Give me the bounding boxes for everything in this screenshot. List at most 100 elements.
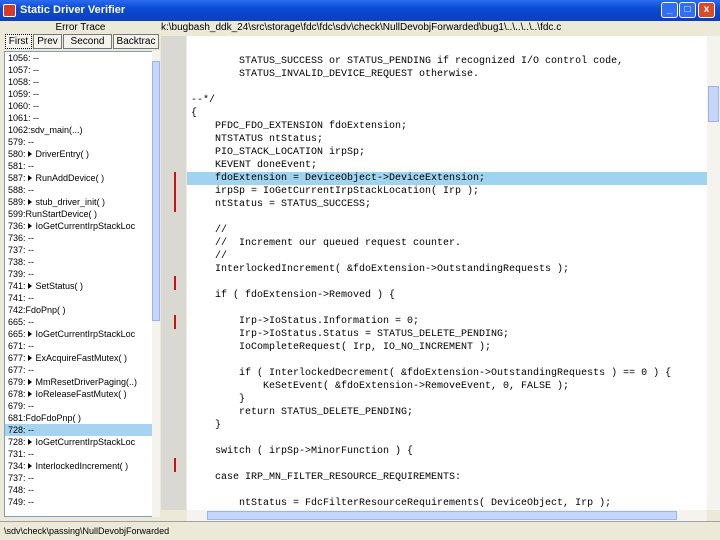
- expand-arrow-icon[interactable]: [27, 223, 32, 229]
- trace-row[interactable]: 741: SetStatus( ): [5, 280, 153, 292]
- trace-row[interactable]: 1060: --: [5, 100, 153, 112]
- second-button[interactable]: Second: [63, 34, 112, 49]
- trace-row[interactable]: 580: DriverEntry( ): [5, 148, 153, 160]
- trace-row-call: ExAcquireFastMutex( ): [35, 353, 128, 363]
- expand-arrow-icon[interactable]: [27, 463, 32, 469]
- trace-row[interactable]: 677: ExAcquireFastMutex( ): [5, 352, 153, 364]
- trace-row[interactable]: 1062:sdv_main(...): [5, 124, 153, 136]
- trace-row[interactable]: 677: --: [5, 364, 153, 376]
- trace-row[interactable]: 665: IoGetCurrentIrpStackLoc: [5, 328, 153, 340]
- trace-marker: [174, 315, 176, 329]
- trace-row-line: 1056: --: [8, 53, 40, 63]
- highlighted-code-line: fdoExtension = DeviceObject->DeviceExten…: [187, 172, 707, 185]
- code-horizontal-scrollbar[interactable]: [187, 510, 707, 521]
- trace-row[interactable]: 579: --: [5, 136, 153, 148]
- expand-arrow-icon[interactable]: [27, 331, 32, 337]
- code-vscroll-thumb[interactable]: [708, 86, 719, 122]
- trace-row[interactable]: 681:FdoFdoPnp( ): [5, 412, 153, 424]
- trace-row[interactable]: 749: --: [5, 496, 153, 508]
- trace-row[interactable]: 742:FdoPnp( ): [5, 304, 153, 316]
- expand-arrow-icon[interactable]: [27, 391, 32, 397]
- expand-arrow-icon[interactable]: [27, 199, 32, 205]
- trace-row-line: 1061: --: [8, 113, 40, 123]
- trace-row[interactable]: 588: --: [5, 184, 153, 196]
- minimize-button[interactable]: _: [661, 2, 678, 18]
- trace-row[interactable]: 1058: --: [5, 76, 153, 88]
- expand-arrow-icon[interactable]: [27, 283, 32, 289]
- error-trace-header: Error Trace: [55, 22, 106, 33]
- first-button[interactable]: First: [5, 34, 32, 49]
- trace-row[interactable]: 737: --: [5, 472, 153, 484]
- expand-arrow-icon[interactable]: [27, 439, 32, 445]
- trace-list[interactable]: 1056: -- 1057: -- 1058: -- 1059: -- 1060: --…: [4, 51, 154, 517]
- trace-row-line: 587:: [8, 173, 26, 183]
- trace-row-line: 589:: [8, 197, 26, 207]
- trace-row[interactable]: 734: InterlockedIncrement( ): [5, 460, 153, 472]
- trace-row[interactable]: 1061: --: [5, 112, 153, 124]
- trace-marker: [174, 276, 176, 290]
- source-code-view[interactable]: STATUS_SUCCESS or STATUS_PENDING if reco…: [187, 36, 707, 510]
- status-bar: \sdv\check\passing\NullDevobjForwarded: [0, 521, 720, 540]
- trace-row[interactable]: 741: --: [5, 292, 153, 304]
- trace-row-line: 1058: --: [8, 77, 40, 87]
- trace-row[interactable]: 679: MmResetDriverPaging(..): [5, 376, 153, 388]
- trace-row[interactable]: 1057: --: [5, 64, 153, 76]
- trace-row-line: 588: --: [8, 185, 35, 195]
- trace-row[interactable]: 1059: --: [5, 88, 153, 100]
- trace-row[interactable]: 665: --: [5, 316, 153, 328]
- expand-arrow-icon[interactable]: [27, 379, 32, 385]
- code-line: Irp->IoStatus.Status = STATUS_DELETE_PEN…: [191, 329, 510, 340]
- trace-row-call: IoGetCurrentIrpStackLoc: [35, 329, 136, 339]
- trace-row[interactable]: 739: --: [5, 268, 153, 280]
- trace-row[interactable]: 748: --: [5, 484, 153, 496]
- close-button[interactable]: x: [698, 2, 715, 18]
- code-hscroll-thumb[interactable]: [207, 511, 677, 520]
- trace-scrollbar-thumb[interactable]: [152, 61, 160, 321]
- app-icon: [3, 4, 16, 17]
- expand-arrow-icon[interactable]: [27, 355, 32, 361]
- trace-row[interactable]: 599:RunStartDevice( ): [5, 208, 153, 220]
- prev-button[interactable]: Prev: [33, 34, 62, 49]
- code-line: STATUS_INVALID_DEVICE_REQUEST otherwise.: [191, 69, 480, 80]
- trace-row[interactable]: 728: IoGetCurrentIrpStackLoc: [5, 436, 153, 448]
- trace-row-line: 1062:sdv_main(...): [8, 125, 83, 135]
- trace-row[interactable]: 1056: --: [5, 52, 153, 64]
- trace-row[interactable]: 731: --: [5, 448, 153, 460]
- code-line: --*/: [191, 95, 216, 106]
- trace-row-call: IoGetCurrentIrpStackLoc: [35, 221, 136, 231]
- trace-row[interactable]: 671: --: [5, 340, 153, 352]
- code-vertical-scrollbar[interactable]: [707, 36, 720, 510]
- trace-row[interactable]: 589: stub_driver_init( ): [5, 196, 153, 208]
- title-bar[interactable]: Static Driver Verifier _ □ x: [0, 0, 720, 21]
- trace-scrollbar[interactable]: [152, 51, 160, 517]
- trace-row[interactable]: 678: IoReleaseFastMutex( ): [5, 388, 153, 400]
- trace-row[interactable]: 738: --: [5, 256, 153, 268]
- trace-row[interactable]: 587: RunAddDevice( ): [5, 172, 153, 184]
- trace-row[interactable]: 728: --: [5, 424, 153, 436]
- trace-toolbar: First Prev Second Backtrac: [2, 34, 159, 50]
- expand-arrow-icon[interactable]: [27, 175, 32, 181]
- code-line: ntStatus = FdcFilterResourceRequirements…: [191, 498, 612, 509]
- trace-row-line: 737: --: [8, 245, 35, 255]
- trace-row-line: 738: --: [8, 257, 35, 267]
- maximize-button[interactable]: □: [679, 2, 696, 18]
- file-path: k:\bugbash_ddk_24\src\storage\fdc\fdc\sd…: [161, 22, 562, 33]
- code-line: KeSetEvent( &fdoExtension->RemoveEvent, …: [191, 381, 570, 392]
- code-line: irpSp = IoGetCurrentIrpStackLocation( Ir…: [191, 186, 480, 197]
- backtrack-button[interactable]: Backtrac: [113, 34, 159, 49]
- trace-row-line: 748: --: [8, 485, 35, 495]
- expand-arrow-icon[interactable]: [27, 151, 32, 157]
- trace-row[interactable]: 737: --: [5, 244, 153, 256]
- trace-row[interactable]: 581: --: [5, 160, 153, 172]
- code-line: ntStatus = STATUS_SUCCESS;: [191, 199, 372, 210]
- code-line: STATUS_SUCCESS or STATUS_PENDING if reco…: [191, 56, 624, 67]
- trace-row-line: 679:: [8, 377, 26, 387]
- trace-row[interactable]: 679: --: [5, 400, 153, 412]
- code-line: //: [191, 251, 228, 262]
- trace-row[interactable]: 736: IoGetCurrentIrpStackLoc: [5, 220, 153, 232]
- trace-row[interactable]: 736: --: [5, 232, 153, 244]
